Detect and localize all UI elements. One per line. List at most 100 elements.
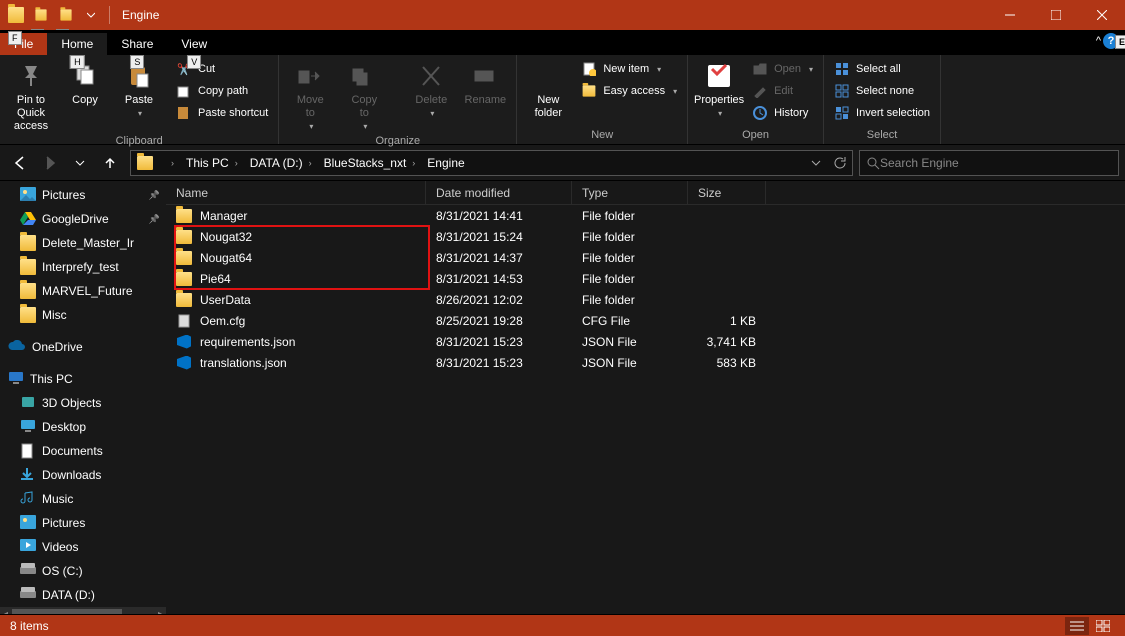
addr-dropdown[interactable]	[804, 151, 828, 175]
invert-selection-button[interactable]: Invert selection	[830, 102, 934, 124]
recent-dropdown[interactable]	[66, 149, 94, 177]
file-name: Pie64	[200, 272, 231, 286]
file-row[interactable]: Pie648/31/2021 14:53File folder	[166, 268, 1125, 289]
navbar: › This PC› DATA (D:)› BlueStacks_nxt› En…	[0, 145, 1125, 181]
file-type: CFG File	[572, 314, 688, 328]
crumb-engine[interactable]: Engine	[421, 151, 470, 175]
details-view-button[interactable]	[1065, 617, 1089, 635]
file-type: File folder	[572, 230, 688, 244]
sidebar[interactable]: Pictures GoogleDrive Delete_Master_Ir In…	[0, 181, 166, 614]
thumbnails-view-button[interactable]	[1091, 617, 1115, 635]
select-all-button[interactable]: Select all	[830, 58, 934, 80]
sidebar-item[interactable]: Music	[0, 487, 166, 511]
sidebar-item[interactable]: Downloads	[0, 463, 166, 487]
delete-button[interactable]: Delete▾	[406, 58, 456, 120]
tab-share[interactable]: ShareS	[107, 33, 167, 55]
crumb-chevron[interactable]: ›	[159, 151, 180, 175]
sidebar-item-label: GoogleDrive	[42, 212, 109, 226]
refresh-button[interactable]	[828, 151, 852, 175]
address-bar[interactable]: › This PC› DATA (D:)› BlueStacks_nxt› En…	[130, 150, 853, 176]
qat-folder-icon[interactable]	[4, 3, 28, 27]
col-size[interactable]: Size	[688, 181, 766, 204]
music-icon	[20, 491, 36, 507]
titlebar: 1 2 Engine	[0, 0, 1125, 30]
file-row[interactable]: Oem.cfg8/25/2021 19:28CFG File1 KB	[166, 310, 1125, 331]
properties-button[interactable]: Properties▾	[694, 58, 744, 120]
sidebar-item[interactable]: MARVEL_Future	[0, 279, 166, 303]
file-row[interactable]: Nougat648/31/2021 14:37File folder	[166, 247, 1125, 268]
sidebar-item[interactable]: Pictures	[0, 511, 166, 535]
col-date[interactable]: Date modified	[426, 181, 572, 204]
sidebar-item[interactable]: DATA (D:)	[0, 583, 166, 607]
sidebar-item-label: Delete_Master_Ir	[42, 236, 134, 250]
sidebar-scrollbar[interactable]: ◂▸	[0, 607, 166, 614]
help-button[interactable]: ?E	[1103, 33, 1119, 49]
copy-path-button[interactable]: Copy path	[172, 80, 272, 102]
history-button[interactable]: History	[748, 102, 817, 124]
tab-home[interactable]: HomeH	[47, 33, 107, 55]
crumb-data-d[interactable]: DATA (D:)›	[244, 151, 318, 175]
minimize-button[interactable]	[987, 0, 1033, 30]
col-name[interactable]: Name	[166, 181, 426, 204]
close-button[interactable]	[1079, 0, 1125, 30]
pin-to-quick-access[interactable]: Pin to Quick access	[6, 58, 56, 133]
search-input[interactable]	[880, 156, 1112, 170]
file-row[interactable]: UserData8/26/2021 12:02File folder	[166, 289, 1125, 310]
qat-customize[interactable]	[79, 3, 103, 27]
rename-button[interactable]: Rename	[460, 58, 510, 107]
sidebar-item-label: DATA (D:)	[42, 588, 95, 602]
sidebar-item-label: MARVEL_Future	[42, 284, 133, 298]
forward-button[interactable]	[36, 149, 64, 177]
file-row[interactable]: translations.json8/31/2021 15:23JSON Fil…	[166, 352, 1125, 373]
folder-icon	[137, 156, 153, 170]
new-item-button[interactable]: New item▾	[577, 58, 681, 80]
sidebar-item-googledrive[interactable]: GoogleDrive	[0, 207, 166, 231]
delete-icon	[415, 60, 447, 92]
sidebar-item-label: Music	[42, 492, 73, 506]
file-row[interactable]: Manager8/31/2021 14:41File folder	[166, 205, 1125, 226]
sidebar-item-pictures[interactable]: Pictures	[0, 183, 166, 207]
edit-button[interactable]: Edit	[748, 80, 817, 102]
back-button[interactable]	[6, 149, 34, 177]
open-button[interactable]: Open▾	[748, 58, 817, 80]
sidebar-item[interactable]: Misc	[0, 303, 166, 327]
sidebar-item-label: Misc	[42, 308, 67, 322]
new-folder-button[interactable]: New folder	[523, 58, 573, 120]
collapse-ribbon-icon[interactable]: ^	[1096, 35, 1101, 47]
select-all-icon	[834, 61, 850, 77]
file-date: 8/25/2021 19:28	[426, 314, 572, 328]
tab-file[interactable]: File F	[0, 33, 47, 55]
folder-icon	[176, 293, 192, 307]
group-label: Open	[694, 127, 817, 143]
paste-shortcut-button[interactable]: Paste shortcut	[172, 102, 272, 124]
move-to-button[interactable]: Move to▾	[285, 58, 335, 133]
sidebar-item[interactable]: 3D Objects	[0, 391, 166, 415]
crumb-thispc[interactable]: This PC›	[180, 151, 244, 175]
sidebar-item[interactable]: Interprefy_test	[0, 255, 166, 279]
copy-to-button[interactable]: Copy to▾	[339, 58, 389, 133]
column-headers[interactable]: Name Date modified Type Size	[166, 181, 1125, 205]
sidebar-thispc[interactable]: This PC	[0, 367, 166, 391]
sidebar-onedrive[interactable]: OneDrive	[0, 335, 166, 359]
rename-icon	[469, 60, 501, 92]
tab-view[interactable]: ViewV	[167, 33, 221, 55]
folder-icon	[20, 235, 36, 251]
maximize-button[interactable]	[1033, 0, 1079, 30]
select-none-button[interactable]: Select none	[830, 80, 934, 102]
search-box[interactable]	[859, 150, 1119, 176]
sidebar-item[interactable]: Videos	[0, 535, 166, 559]
file-list: Name Date modified Type Size Manager8/31…	[166, 181, 1125, 614]
sidebar-item[interactable]: Desktop	[0, 415, 166, 439]
col-type[interactable]: Type	[572, 181, 688, 204]
qat-newfolder[interactable]: 2	[54, 3, 78, 27]
file-row[interactable]: requirements.json8/31/2021 15:23JSON Fil…	[166, 331, 1125, 352]
copy-button[interactable]: Copy	[60, 58, 110, 107]
sidebar-item[interactable]: Delete_Master_Ir	[0, 231, 166, 255]
qat-properties[interactable]: 1	[29, 3, 53, 27]
easy-access-button[interactable]: Easy access▾	[577, 80, 681, 102]
sidebar-item[interactable]: Documents	[0, 439, 166, 463]
up-button[interactable]	[96, 149, 124, 177]
file-row[interactable]: Nougat328/31/2021 15:24File folder	[166, 226, 1125, 247]
sidebar-item[interactable]: OS (C:)	[0, 559, 166, 583]
crumb-bluestacks[interactable]: BlueStacks_nxt›	[318, 151, 422, 175]
